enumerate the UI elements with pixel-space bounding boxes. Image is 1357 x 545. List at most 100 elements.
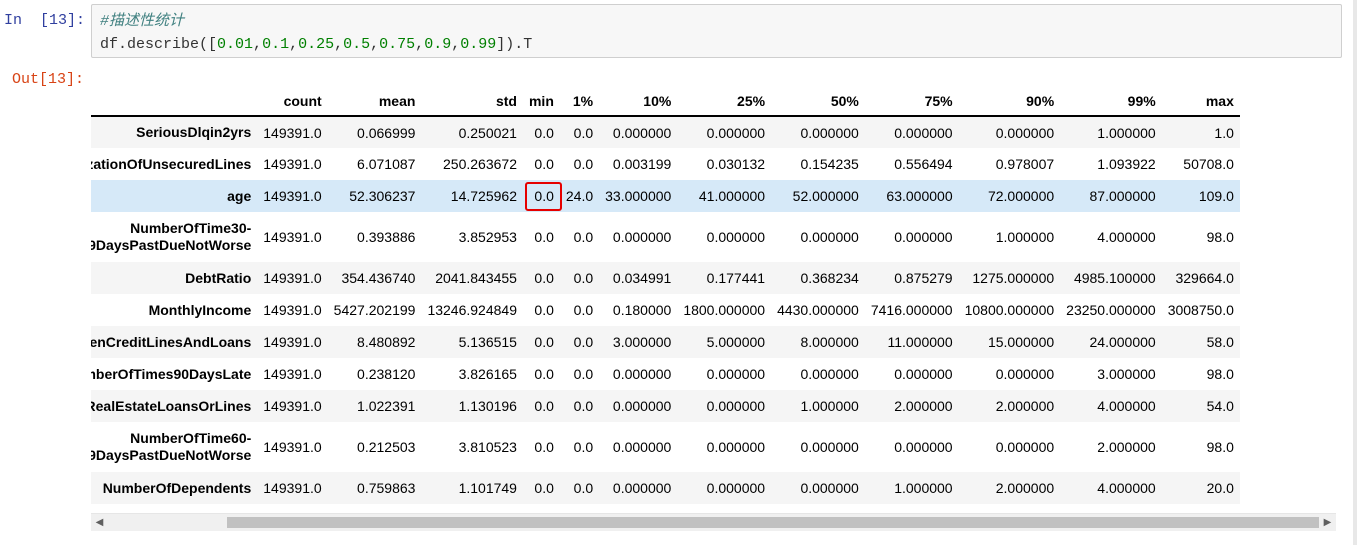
row-index-label: MonthlyIncome <box>91 294 257 326</box>
table-cell: 0.000000 <box>959 116 1061 148</box>
cell-value: 0.034991 <box>612 270 672 286</box>
row-index-label: NumberOfDependents <box>91 472 257 504</box>
table-cell: 0.000000 <box>771 116 865 148</box>
table-cell: 0.000000 <box>771 422 865 472</box>
cell-value: 0.250021 <box>458 124 517 141</box>
cell-value: 98.0 <box>1206 439 1234 455</box>
code-token: ]).T <box>496 36 533 53</box>
table-cell: 2.000000 <box>1060 422 1162 472</box>
table-row: age 149391.0 52.306237 14.725962 0.0 24.0 33.0… <box>91 180 1240 212</box>
dataframe-scroll-container[interactable]: count mean std min 1% 10% 25% 50% 75% 90% 99% max S… <box>91 78 1336 508</box>
table-cell: 0.000000 <box>677 358 771 390</box>
row-label-text: NumberOfOpenCreditLinesAndLoans <box>91 333 252 350</box>
table-cell: 0.000000 <box>959 422 1061 472</box>
cell-value: 20.0 <box>1206 480 1234 496</box>
table-cell: 11.000000 <box>865 326 959 358</box>
table-cell: 0.759863 <box>328 472 422 504</box>
cell-value: 2.000000 <box>995 480 1055 496</box>
cell-value: 250.263672 <box>443 156 517 172</box>
cell-value: 98.0 <box>1206 366 1234 382</box>
table-cell: 0.066999 <box>328 116 422 148</box>
cell-value: 52.000000 <box>792 188 859 204</box>
table-cell: 1.000000 <box>1060 116 1162 148</box>
table-cell: 0.875279 <box>865 262 959 294</box>
table-cell: 2.000000 <box>959 390 1061 422</box>
code-input-area[interactable]: #描述性统计 df.describe([0.01,0.1,0.25,0.5,0.… <box>91 4 1342 58</box>
scroll-right-arrow-icon[interactable]: ▶ <box>1319 514 1336 531</box>
table-cell: 14.725962 <box>421 180 523 212</box>
table-cell: 0.000000 <box>865 116 959 148</box>
table-cell: 24.0 <box>560 180 599 212</box>
table-cell: 329664.0 <box>1162 262 1240 294</box>
row-index-label: SeriousDlqin2yrs <box>91 116 257 148</box>
cell-value: 5.136515 <box>458 334 517 350</box>
table-row: NumberOfDependents 149391.0 0.759863 1.1017… <box>91 472 1240 504</box>
cell-value: 2.000000 <box>995 398 1055 414</box>
cell-value: 3.810523 <box>458 439 517 455</box>
table-cell: 6.071087 <box>328 148 422 180</box>
cell-value: 6.071087 <box>357 156 416 172</box>
cell-value: 33.000000 <box>605 188 672 204</box>
table-cell: 1.000000 <box>771 390 865 422</box>
scroll-left-arrow-icon[interactable]: ◀ <box>91 514 108 531</box>
cell-value: 0.000000 <box>800 366 859 382</box>
table-cell: 72.000000 <box>959 180 1061 212</box>
column-header: mean <box>327 86 422 117</box>
cell-value: 0.003199 <box>612 156 672 172</box>
code-number-token: 0.9 <box>424 36 452 53</box>
cell-value: 1275.000000 <box>972 270 1055 286</box>
code-line: df.describe([0.01,0.1,0.25,0.5,0.75,0.9,… <box>100 35 532 55</box>
cell-value: 0.066999 <box>357 124 416 141</box>
cell-value: 0.000000 <box>612 366 672 382</box>
table-cell: 0.0 <box>523 212 560 262</box>
cell-value: 87.000000 <box>1089 188 1156 204</box>
row-index-label: NumberOfOpenCreditLinesAndLoans <box>91 326 257 358</box>
index-header <box>91 86 258 117</box>
table-cell: 0.000000 <box>599 390 677 422</box>
table-cell: 0.0 <box>523 294 560 326</box>
code-number-token: 0.1 <box>262 36 290 53</box>
cell-value: 0.000000 <box>995 439 1055 455</box>
table-cell: 0.556494 <box>865 148 959 180</box>
cell-value: 1.000000 <box>1097 124 1156 141</box>
cell-value: 0.000000 <box>706 366 766 382</box>
cell-value: 8.000000 <box>800 334 859 350</box>
table-cell: 13246.924849 <box>421 294 523 326</box>
table-cell: 15.000000 <box>959 326 1061 358</box>
table-cell: 0.000000 <box>771 212 865 262</box>
cell-value: 0.0 <box>534 302 554 318</box>
column-header: 25% <box>677 86 772 117</box>
cell-value: 0.0 <box>534 124 554 141</box>
table-cell: 2041.843455 <box>421 262 523 294</box>
cell-value: 0.759863 <box>357 480 416 496</box>
table-cell: 7416.000000 <box>865 294 959 326</box>
table-cell: 109.0 <box>1162 180 1240 212</box>
cell-value: 0.000000 <box>612 480 672 496</box>
cell-value: 0.000000 <box>894 366 953 382</box>
table-cell: 0.0 <box>560 212 599 262</box>
cell-value: 0.0 <box>534 270 554 286</box>
table-cell: 8.480892 <box>328 326 422 358</box>
table-cell: 0.250021 <box>421 116 523 148</box>
cell-value: 109.0 <box>1198 188 1234 204</box>
cell-value: 149391.0 <box>263 366 322 382</box>
cell-value: 7416.000000 <box>870 302 953 318</box>
table-cell: 3.810523 <box>421 422 523 472</box>
cell-value: 10800.000000 <box>964 302 1055 318</box>
table-row: MonthlyIncome 149391.0 5427.202199 13246.92… <box>91 294 1240 326</box>
cell-value: 0.0 <box>534 439 554 455</box>
table-cell: 1.093922 <box>1060 148 1162 180</box>
scrollbar-thumb[interactable] <box>227 517 1319 528</box>
table-cell: 0.0 <box>560 294 599 326</box>
table-cell: 4.000000 <box>1060 212 1162 262</box>
horizontal-scrollbar[interactable]: ◀ ▶ <box>91 513 1336 531</box>
table-cell: 23250.000000 <box>1060 294 1162 326</box>
code-token: df.describe([ <box>100 36 218 53</box>
table-cell: 149391.0 <box>257 422 327 472</box>
code-token: , <box>253 36 263 53</box>
table-cell: 4.000000 <box>1060 472 1162 504</box>
table-cell: 0.0 <box>560 148 599 180</box>
cell-value: 0.0 <box>534 366 554 382</box>
page-scrollbar-edge[interactable] <box>1353 0 1357 545</box>
cell-value: 0.875279 <box>894 270 953 286</box>
